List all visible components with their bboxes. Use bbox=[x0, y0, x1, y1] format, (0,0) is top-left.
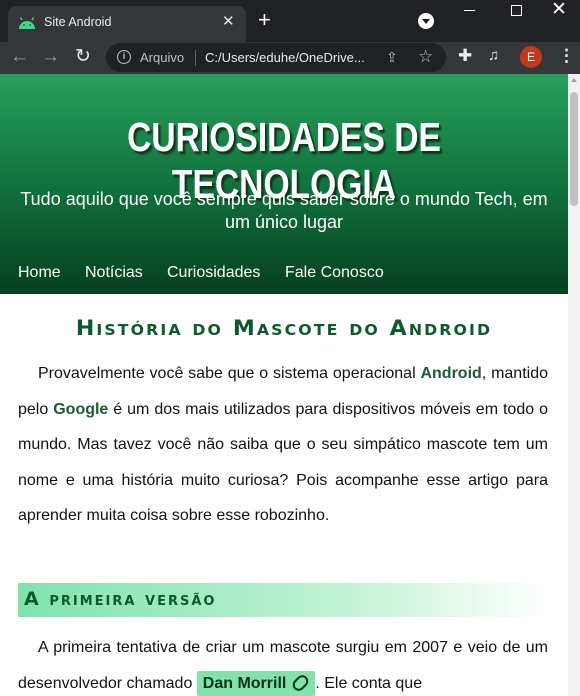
tab-close-icon[interactable]: ✕ bbox=[222, 13, 235, 31]
article-title: História do Mascote do Android bbox=[75, 316, 493, 340]
section-paragraph: A primeira tentativa de criar um mascote… bbox=[18, 630, 548, 696]
share-icon[interactable]: ⇪ bbox=[386, 49, 398, 66]
reload-icon[interactable]: ↻ bbox=[75, 46, 91, 68]
browser-tab[interactable]: Site Android ✕ bbox=[8, 6, 246, 42]
nav-link-fale-conosco[interactable]: Fale Conosco bbox=[285, 264, 384, 282]
back-icon[interactable]: ← bbox=[10, 46, 29, 68]
address-source-label: Arquivo bbox=[140, 50, 185, 65]
menu-icon[interactable]: ⋮ bbox=[558, 46, 575, 66]
scrollbar[interactable] bbox=[568, 74, 580, 696]
section-title: A primeira versão bbox=[24, 588, 217, 610]
maximize-icon[interactable] bbox=[511, 5, 522, 16]
tab-title: Site Android bbox=[44, 15, 112, 29]
para1-text-3: é um dos mais utilizados para dispositiv… bbox=[18, 400, 548, 525]
extensions-icon[interactable]: ✚ bbox=[458, 46, 472, 66]
para2-text-2: . Ele conta que bbox=[315, 674, 423, 692]
nav-link-noticias[interactable]: Notícias bbox=[85, 264, 143, 282]
window-close-icon[interactable]: ✕ bbox=[551, 0, 567, 21]
minimize-icon[interactable] bbox=[464, 10, 475, 11]
address-bar[interactable]: i Arquivo C:/Users/eduhe/OneDrive... ⇪ ☆ bbox=[106, 43, 446, 72]
search-tabs-icon[interactable] bbox=[418, 13, 434, 29]
nav-link-curiosidades[interactable]: Curiosidades bbox=[167, 264, 260, 282]
para1-keyword-android: Android bbox=[420, 365, 482, 382]
site-subtitle: Tudo aquilo que você sempre quis saber s… bbox=[20, 189, 548, 232]
info-icon[interactable]: i bbox=[117, 50, 131, 64]
para1-keyword-google: Google bbox=[53, 400, 109, 418]
intro-paragraph: Provavelmente você sabe que o sistema op… bbox=[18, 356, 548, 534]
site-header: CURIOSIDADES DE TECNOLOGIA Tudo aquilo q… bbox=[0, 74, 568, 294]
address-divider bbox=[195, 50, 196, 66]
scroll-up-arrow-icon[interactable] bbox=[571, 78, 577, 82]
media-icon[interactable]: ♫ bbox=[488, 47, 499, 64]
nav-link-home[interactable]: Home bbox=[18, 264, 61, 282]
android-icon bbox=[19, 17, 35, 29]
star-icon[interactable]: ☆ bbox=[418, 47, 433, 67]
scrollbar-thumb[interactable] bbox=[570, 92, 578, 206]
address-url[interactable]: C:/Users/eduhe/OneDrive... bbox=[205, 50, 365, 65]
forward-icon[interactable]: → bbox=[41, 46, 60, 68]
page-viewport: CURIOSIDADES DE TECNOLOGIA Tudo aquilo q… bbox=[0, 74, 568, 696]
link-icon bbox=[290, 673, 312, 694]
para1-text-1: Provavelmente você sabe que o sistema op… bbox=[38, 365, 421, 382]
profile-avatar[interactable]: E bbox=[520, 46, 542, 68]
section-heading-bar: A primeira versão bbox=[18, 583, 548, 617]
new-tab-button[interactable]: + bbox=[258, 8, 271, 32]
browser-tab-strip: Site Android ✕ + ✕ bbox=[0, 0, 580, 42]
dan-morrill-label: Dan Morrill bbox=[202, 674, 287, 692]
dan-morrill-link[interactable]: Dan Morrill bbox=[196, 670, 316, 696]
